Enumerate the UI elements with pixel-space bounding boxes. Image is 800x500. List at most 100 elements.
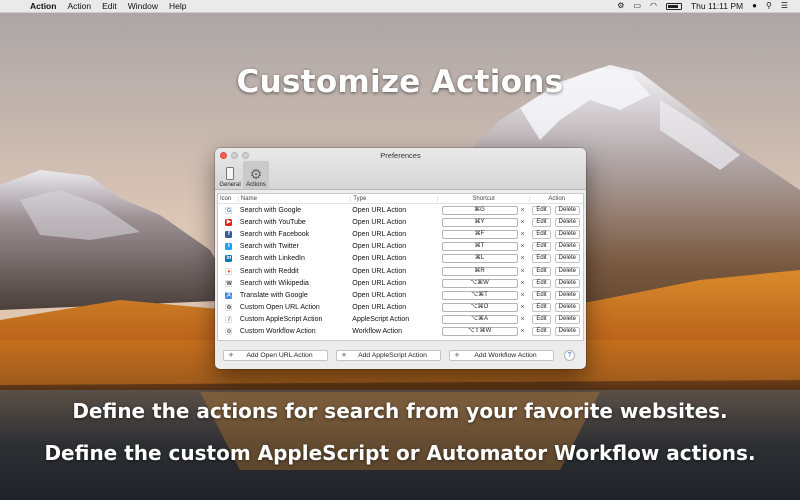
table-row[interactable]: / Custom AppleScript Action AppleScript … [218,314,583,326]
script-icon: / [225,316,233,324]
row-icon-cell: W [218,279,238,287]
app-gear-icon[interactable]: ⚙ [617,1,624,11]
edit-button[interactable]: Edit [532,254,551,264]
youtube-icon: ▶ [225,218,233,226]
column-header-name[interactable]: Name [237,195,350,202]
action-type: Open URL Action [352,304,407,312]
action-type: Workflow Action [352,328,402,336]
table-row[interactable]: ▶ Search with YouTube Open URL Action ⌘Y… [218,216,583,228]
shortcut-field[interactable]: ⌥⌘W [441,278,518,288]
clear-shortcut-icon[interactable]: × [521,268,525,275]
clear-shortcut-icon[interactable]: × [521,207,525,214]
menu-help[interactable]: Help [169,1,186,11]
edit-button[interactable]: Edit [532,266,551,276]
table-row[interactable]: f Search with Facebook Open URL Action ⌘… [218,228,583,240]
action-name: Custom Open URL Action [239,304,320,312]
column-header-type[interactable]: Type [350,195,437,202]
shortcut-field[interactable]: ⌘F [441,229,518,239]
delete-button[interactable]: Delete [554,229,580,239]
shortcut-field[interactable]: ⌥⇧⌘W [441,327,518,337]
delete-button[interactable]: Delete [554,242,580,252]
clear-shortcut-icon[interactable]: × [521,292,525,299]
shortcut-cell: ⌥⌘T × [437,290,529,300]
shortcut-field[interactable]: ⌘G [441,205,518,215]
row-icon-cell: / [218,316,238,324]
table-row[interactable]: ● Search with Reddit Open URL Action ⌘R … [218,265,583,277]
shortcut-field[interactable]: ⌘R [441,266,518,276]
add-applescript-action-label: Add AppleScript Action [358,351,427,359]
delete-button[interactable]: Delete [554,327,580,337]
edit-button[interactable]: Edit [532,217,551,227]
shortcut-field[interactable]: ⌘Y [441,217,518,227]
wifi-icon[interactable]: ◠ [650,1,657,11]
table-row[interactable]: W Search with Wikipedia Open URL Action … [218,277,583,289]
table-row[interactable]: 文 Translate with Google Open URL Action … [218,289,583,301]
table-row[interactable]: t Search with Twitter Open URL Action ⌘T… [218,241,583,253]
facebook-icon: f [225,230,233,238]
add-workflow-action-button[interactable]: + Add Workflow Action [449,349,554,361]
menu-clock[interactable]: Thu 11:11 PM [691,1,743,11]
row-action-buttons: Edit Delete [529,290,583,300]
table-row[interactable]: in Search with LinkedIn Open URL Action … [218,253,583,265]
window-titlebar[interactable]: Preferences General ⚙ Actions [215,148,586,190]
row-icon-cell: f [218,230,238,238]
user-icon[interactable]: ● [752,1,757,11]
tab-actions[interactable]: ⚙ Actions [243,161,269,189]
clear-shortcut-icon[interactable]: × [521,231,525,238]
delete-button[interactable]: Delete [554,254,580,264]
clear-shortcut-icon[interactable]: × [521,243,525,250]
spotlight-search-icon[interactable]: ⚲ [766,1,772,11]
clear-shortcut-icon[interactable]: × [521,304,525,311]
edit-button[interactable]: Edit [532,229,551,239]
delete-button[interactable]: Delete [554,290,580,300]
clear-shortcut-icon[interactable]: × [521,316,525,323]
shortcut-recorder: ⌥⌘W × [437,278,529,288]
edit-button[interactable]: Edit [532,278,551,288]
clear-shortcut-icon[interactable]: × [521,328,525,335]
actions-pane: Icon Name Type Shortcut Action G Search … [215,191,586,369]
shortcut-field[interactable]: ⌥⌘A [441,315,518,325]
delete-button[interactable]: Delete [554,217,580,227]
gear-icon: ⚙ [225,304,233,312]
edit-button[interactable]: Edit [532,242,551,252]
shortcut-field[interactable]: ⌘T [441,242,518,252]
action-type: Open URL Action [352,243,407,251]
preferences-window: Preferences General ⚙ Actions Icon Name … [215,148,586,369]
clear-shortcut-icon[interactable]: × [521,219,525,226]
google-icon: G [225,206,233,214]
help-button[interactable]: ? [564,349,575,361]
edit-button[interactable]: Edit [532,205,551,215]
shortcut-field[interactable]: ⌥⌘O [441,303,518,313]
delete-button[interactable]: Delete [554,278,580,288]
add-open-url-action-button[interactable]: + Add Open URL Action [223,349,328,361]
table-row[interactable]: G Search with Google Open URL Action ⌘G … [218,204,583,216]
menu-window[interactable]: Window [128,1,158,11]
add-applescript-action-button[interactable]: + Add AppleScript Action [336,349,441,361]
notification-center-icon[interactable]: ☰ [781,1,788,11]
clear-shortcut-icon[interactable]: × [521,255,525,262]
edit-button[interactable]: Edit [532,290,551,300]
menu-app-name[interactable]: Action [30,1,56,11]
battery-icon[interactable] [665,2,682,10]
delete-button[interactable]: Delete [554,266,580,276]
action-name: Search with Twitter [239,243,299,251]
column-header-shortcut[interactable]: Shortcut [436,195,529,202]
column-header-icon[interactable]: Icon [218,196,238,202]
table-row[interactable]: ⚙ Custom Workflow Action Workflow Action… [218,326,583,338]
delete-button[interactable]: Delete [554,315,580,325]
menu-edit[interactable]: Edit [102,1,117,11]
column-header-action[interactable]: Action [529,195,583,202]
shortcut-field[interactable]: ⌥⌘T [441,290,518,300]
shortcut-field[interactable]: ⌘L [441,254,518,264]
edit-button[interactable]: Edit [532,303,551,313]
edit-button[interactable]: Edit [532,315,551,325]
table-row[interactable]: ⚙ Custom Open URL Action Open URL Action… [218,302,583,314]
clear-shortcut-icon[interactable]: × [521,280,525,287]
edit-button[interactable]: Edit [532,327,551,337]
menu-action[interactable]: Action [67,1,91,11]
delete-button[interactable]: Delete [554,303,580,313]
delete-button[interactable]: Delete [554,205,580,215]
action-cell: Edit Delete [529,290,583,300]
tab-general[interactable]: General [217,161,243,189]
airplay-icon[interactable]: ▭ [633,1,641,11]
